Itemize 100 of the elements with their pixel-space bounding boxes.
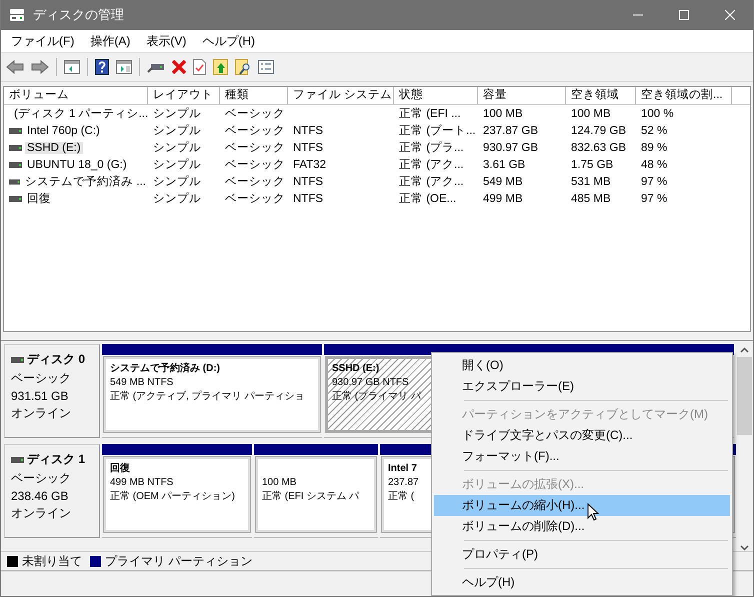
- partition-status: 正常 (OEM パーティション): [110, 490, 235, 503]
- disk-app-icon: [9, 8, 25, 22]
- scroll-up-icon[interactable]: [740, 347, 749, 353]
- table-cell: 485 MB: [571, 192, 611, 204]
- table-cell-text: ベーシック: [225, 175, 285, 189]
- menu-item[interactable]: ボリュームの削除(D)...: [434, 516, 730, 537]
- forward-arrow-icon[interactable]: [31, 60, 49, 74]
- table-cell: 3.61 GB: [483, 158, 526, 170]
- column-header[interactable]: ファイル システム: [288, 87, 394, 105]
- menu-item[interactable]: 表示(V): [146, 32, 186, 50]
- table-cell: 930.97 GB: [483, 142, 538, 154]
- volume-name[interactable]: システムで予約済み ...: [23, 174, 148, 189]
- disk-type: ベーシック: [11, 370, 72, 387]
- table-cell: シンプル: [153, 123, 201, 138]
- menu-item[interactable]: エクスプローラー(E): [434, 376, 730, 397]
- table-cell: シンプル: [153, 191, 201, 206]
- menu-item[interactable]: ドライブ文字とパスの変更(C)...: [434, 425, 730, 446]
- volume-name[interactable]: UBUNTU 18_0 (G:): [25, 158, 129, 170]
- table-cell: 531 MB: [571, 176, 611, 188]
- back-arrow-icon[interactable]: [6, 60, 24, 74]
- column-header[interactable]: 空き領域: [566, 87, 636, 105]
- table-cell: NTFS: [293, 176, 324, 188]
- partition-title: システムで予約済み (D:): [110, 363, 220, 374]
- partition-status: 正常 (EFI システム パ: [262, 490, 360, 503]
- table-cell-text: ベーシック: [225, 141, 285, 155]
- close-icon[interactable]: [725, 10, 735, 20]
- table-cell: シンプル: [153, 106, 201, 121]
- column-header[interactable]: 空き領域の割...: [636, 87, 732, 105]
- table-cell: 52 %: [641, 124, 668, 136]
- partition-size: 499 MB NTFS: [110, 476, 174, 489]
- table-cell: NTFS: [293, 192, 324, 204]
- menu-item[interactable]: ファイル(F): [11, 32, 74, 50]
- legend-label: プライマリ パーティション: [105, 552, 252, 570]
- table-cell-text: 正常 (EFI ...: [399, 106, 461, 121]
- table-cell-text: 正常 (OE...: [399, 192, 456, 206]
- table-cell: シンプル: [153, 140, 201, 155]
- partition-size: 237.87: [388, 476, 419, 489]
- partition-block[interactable]: システムで予約済み (D:) 549 MB NTFS 正常 (アクティブ, プライマリ パーティショ: [104, 357, 320, 432]
- menu-item[interactable]: ヘルプ(H): [202, 32, 255, 50]
- menu-item[interactable]: プロパティ(P): [434, 544, 730, 565]
- table-cell-text: 正常 (ブート...: [399, 124, 476, 138]
- legend-label: 未割り当て: [22, 552, 82, 570]
- partition-size: 100 MB: [262, 476, 296, 489]
- column-header[interactable]: 状態: [394, 87, 478, 105]
- column-header[interactable]: 種類: [220, 87, 288, 105]
- table-cell: NTFS: [293, 124, 324, 136]
- console-tree-icon[interactable]: [64, 60, 80, 74]
- partition-size: 930.97 GB NTFS: [332, 376, 409, 389]
- drive-icon: [9, 128, 22, 134]
- partition-status: 正常 (: [388, 490, 414, 503]
- disk-status: オンライン: [11, 405, 72, 422]
- volume-name[interactable]: SSHD (E:): [25, 142, 83, 154]
- table-cell-text: 正常 (アク...: [399, 174, 464, 189]
- table-cell-text: ベーシック: [225, 158, 285, 172]
- table-cell: 正常 (プラ...: [399, 140, 464, 155]
- disk-info-panel[interactable]: ディスク 1 ベーシック 238.46 GB オンライン: [4, 444, 100, 538]
- volume-name[interactable]: Intel 760p (C:): [25, 124, 102, 136]
- table-cell: 237.87 GB: [483, 124, 538, 136]
- volume-name[interactable]: 回復: [25, 191, 53, 206]
- volume-name[interactable]: (ディスク 1 パーティシ...: [12, 106, 150, 121]
- drive-icon: [11, 356, 24, 362]
- table-cell: 499 MB: [483, 192, 523, 204]
- menu-item[interactable]: 開く(O): [434, 355, 730, 376]
- table-cell: 100 MB: [571, 108, 611, 120]
- disk-status: オンライン: [11, 505, 72, 522]
- table-cell-text: 正常 (アク...: [399, 158, 464, 172]
- table-cell: シンプル: [153, 174, 201, 189]
- disk-name: ディスク 1: [27, 451, 86, 468]
- table-cell-text: ベーシック: [225, 124, 285, 138]
- disk-size: 931.51 GB: [11, 389, 70, 403]
- table-cell: 89 %: [641, 142, 668, 154]
- menu-item[interactable]: 操作(A): [90, 32, 130, 50]
- help-icon[interactable]: [95, 59, 109, 75]
- folder-search-icon[interactable]: [235, 59, 251, 75]
- partition-block[interactable]: 100 MB 正常 (EFI システム パ: [256, 457, 376, 532]
- disk-name: ディスク 0: [27, 351, 86, 368]
- scroll-down-icon[interactable]: [740, 545, 749, 551]
- column-header[interactable]: レイアウト: [148, 87, 220, 105]
- drive-icon: [9, 178, 20, 184]
- action-pane-icon[interactable]: [116, 60, 132, 74]
- table-cell: シンプル: [153, 157, 201, 172]
- partition-block[interactable]: 回復 499 MB NTFS 正常 (OEM パーティション): [104, 457, 250, 532]
- column-header[interactable]: ボリューム: [4, 87, 148, 105]
- table-cell-text: ベーシック: [225, 107, 285, 121]
- disk-size: 238.46 GB: [11, 489, 70, 503]
- maximize-icon[interactable]: [679, 10, 689, 20]
- drive-icon: [9, 144, 22, 150]
- menu-item[interactable]: フォーマット(F)...: [434, 446, 730, 467]
- delete-icon[interactable]: [172, 60, 186, 74]
- checklist-icon[interactable]: [258, 60, 274, 74]
- disk-type: ベーシック: [11, 470, 72, 487]
- checked-document-icon[interactable]: [193, 59, 206, 75]
- table-cell: 1.75 GB: [571, 158, 614, 170]
- table-cell: 48 %: [641, 158, 668, 170]
- menu-item[interactable]: ヘルプ(H): [434, 572, 730, 593]
- column-header[interactable]: 容量: [478, 87, 566, 105]
- partition-size: 549 MB NTFS: [110, 376, 174, 389]
- disk-info-panel[interactable]: ディスク 0 ベーシック 931.51 GB オンライン: [4, 344, 100, 438]
- table-cell: 832.63 GB: [571, 142, 626, 154]
- table-cell: 100 %: [641, 108, 674, 120]
